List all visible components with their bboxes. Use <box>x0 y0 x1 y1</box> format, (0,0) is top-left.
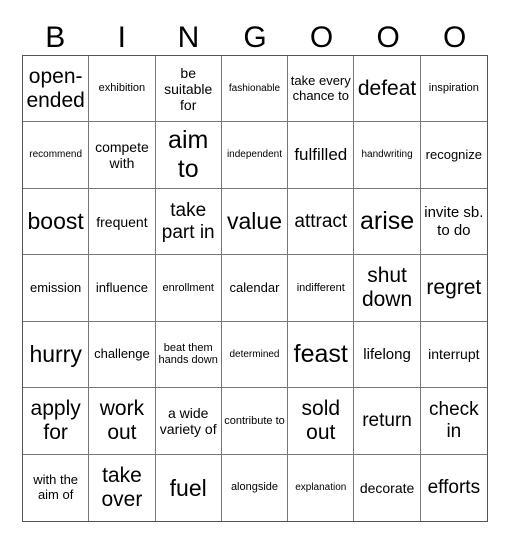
bingo-cell[interactable]: apply for <box>23 388 90 455</box>
bingo-cell[interactable]: recommend <box>23 122 90 189</box>
header-letter: O <box>443 21 467 54</box>
bingo-cell[interactable]: inspiration <box>420 56 487 123</box>
header-letter: B <box>45 21 66 54</box>
bingo-cell[interactable]: arise <box>354 188 421 256</box>
bingo-cell[interactable]: enrollment <box>155 255 222 322</box>
bingo-cell[interactable]: defeat <box>354 56 421 123</box>
bingo-cell[interactable]: explanation <box>288 454 355 521</box>
bingo-cell[interactable]: emission <box>23 255 90 322</box>
bingo-cell[interactable]: decorate <box>354 454 421 521</box>
bingo-cell[interactable]: check in <box>420 388 487 455</box>
bingo-cell[interactable]: interrupt <box>420 322 487 389</box>
bingo-grid: open-ended exhibition be suitable for fa… <box>22 55 488 522</box>
bingo-cell[interactable]: attract <box>288 188 355 256</box>
bingo-cell[interactable]: calendar <box>221 255 289 322</box>
bingo-header: B I N G O O O <box>22 20 488 55</box>
bingo-cell[interactable]: recognize <box>420 122 487 189</box>
bingo-cell[interactable]: return <box>354 388 421 455</box>
bingo-cell[interactable]: sold out <box>288 388 355 455</box>
bingo-cell[interactable]: invite sb. to do <box>420 189 487 256</box>
bingo-cell[interactable]: handwriting <box>354 122 421 189</box>
bingo-cell[interactable]: a wide variety of <box>155 388 222 455</box>
header-letter: I <box>117 21 127 54</box>
bingo-cell[interactable]: lifelong <box>354 321 421 389</box>
bingo-cell[interactable]: boost <box>23 188 90 256</box>
bingo-cell[interactable]: influence <box>89 255 156 322</box>
bingo-cell[interactable]: work out <box>89 388 156 455</box>
bingo-cell[interactable]: determined <box>221 321 289 389</box>
bingo-cell[interactable]: beat them hands down <box>155 321 222 389</box>
header-letter: O <box>309 21 334 54</box>
bingo-cell[interactable]: shut down <box>354 255 421 322</box>
bingo-cell[interactable]: hurry <box>23 321 90 389</box>
bingo-cell[interactable]: efforts <box>421 455 487 521</box>
bingo-cell[interactable]: open-ended <box>23 56 90 123</box>
bingo-cell[interactable]: with the aim of <box>23 454 90 521</box>
bingo-cell[interactable]: challenge <box>89 321 156 389</box>
bingo-cell[interactable]: aim to <box>155 122 222 189</box>
bingo-cell[interactable]: compete with <box>89 122 156 189</box>
bingo-cell[interactable]: indifferent <box>288 255 355 322</box>
bingo-cell[interactable]: be suitable for <box>155 56 222 123</box>
bingo-cell[interactable]: feast <box>288 321 355 389</box>
bingo-cell[interactable]: exhibition <box>89 56 156 123</box>
bingo-cell[interactable]: take every chance to <box>288 56 355 123</box>
header-letter: G <box>243 21 267 54</box>
bingo-cell[interactable]: contribute to <box>221 388 289 455</box>
bingo-cell[interactable]: value <box>221 188 289 256</box>
header-letter: O <box>376 21 400 54</box>
bingo-cell[interactable]: fuel <box>156 454 222 521</box>
bingo-cell[interactable]: fulfilled <box>288 122 355 189</box>
bingo-cell[interactable]: take over <box>89 454 156 521</box>
bingo-cell[interactable]: fashionable <box>221 56 289 123</box>
header-letter: N <box>177 21 200 54</box>
bingo-cell[interactable]: regret <box>420 255 487 322</box>
bingo-cell[interactable]: take part in <box>155 188 222 256</box>
bingo-cell[interactable]: frequent <box>89 188 156 256</box>
bingo-cell[interactable]: independent <box>221 122 289 189</box>
bingo-cell[interactable]: alongside <box>222 454 289 521</box>
